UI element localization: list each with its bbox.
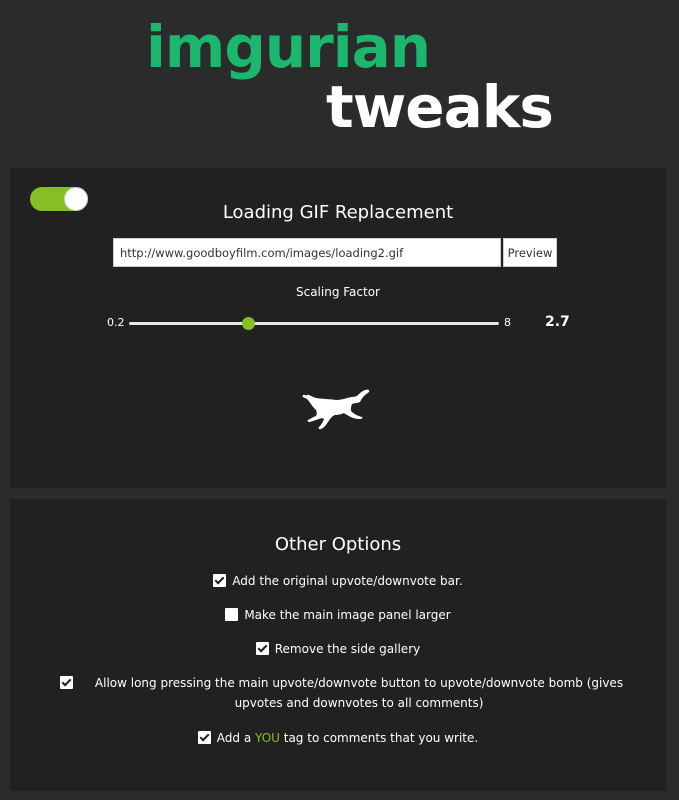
you-highlight: YOU (255, 731, 280, 745)
checkbox-larger-panel[interactable] (225, 608, 239, 621)
option-upvote-bar-label: Add the original upvote/downvote bar. (232, 574, 463, 588)
option-remove-side-gallery-label: Remove the side gallery (274, 642, 421, 656)
option-you-tag-label: Add a YOU tag to comments that you write… (217, 728, 478, 748)
option-you-tag: Add a YOU tag to comments that you write… (10, 728, 666, 750)
checkbox-you-tag[interactable] (197, 731, 211, 744)
slider-thumb[interactable] (241, 317, 255, 330)
other-options-title: Other Options (274, 534, 402, 555)
scaling-slider[interactable] (129, 317, 499, 330)
checkbox-remove-side-gallery[interactable] (255, 642, 269, 655)
loading-gif-panel: Loading GIF Replacement Preview Scaling … (10, 168, 666, 488)
slider-min-label: 0.2 (107, 316, 125, 329)
scaling-factor-label: Scaling Factor (295, 285, 380, 299)
option-remove-side-gallery: Remove the side gallery (10, 639, 666, 661)
option-vote-bomb: Allow long pressing the main upvote/down… (60, 673, 640, 713)
checkbox-vote-bomb[interactable] (60, 676, 73, 689)
slider-value: 2.7 (545, 314, 570, 330)
running-dog-icon (302, 389, 370, 430)
gif-panel-title: Loading GIF Replacement (222, 202, 454, 223)
slider-max-label: 8 (504, 316, 511, 329)
checkbox-upvote-bar[interactable] (213, 574, 227, 587)
option-vote-bomb-label: Allow long pressing the main upvote/down… (94, 676, 624, 710)
option-larger-panel: Make the main image panel larger (10, 605, 666, 627)
option-larger-panel-label: Make the main image panel larger (244, 608, 451, 622)
logo-tweaks: tweaks (326, 73, 554, 141)
option-you-tag-suffix: tag to comments that you write. (283, 731, 479, 745)
preview-button[interactable]: Preview (503, 238, 557, 267)
other-options-panel: Other Options Add the original upvote/do… (10, 499, 666, 791)
gif-url-input[interactable] (113, 238, 501, 267)
logo: imgurian tweaks (0, 0, 679, 160)
option-upvote-bar: Add the original upvote/downvote bar. (10, 571, 666, 593)
option-you-tag-prefix: Add a (216, 731, 252, 745)
